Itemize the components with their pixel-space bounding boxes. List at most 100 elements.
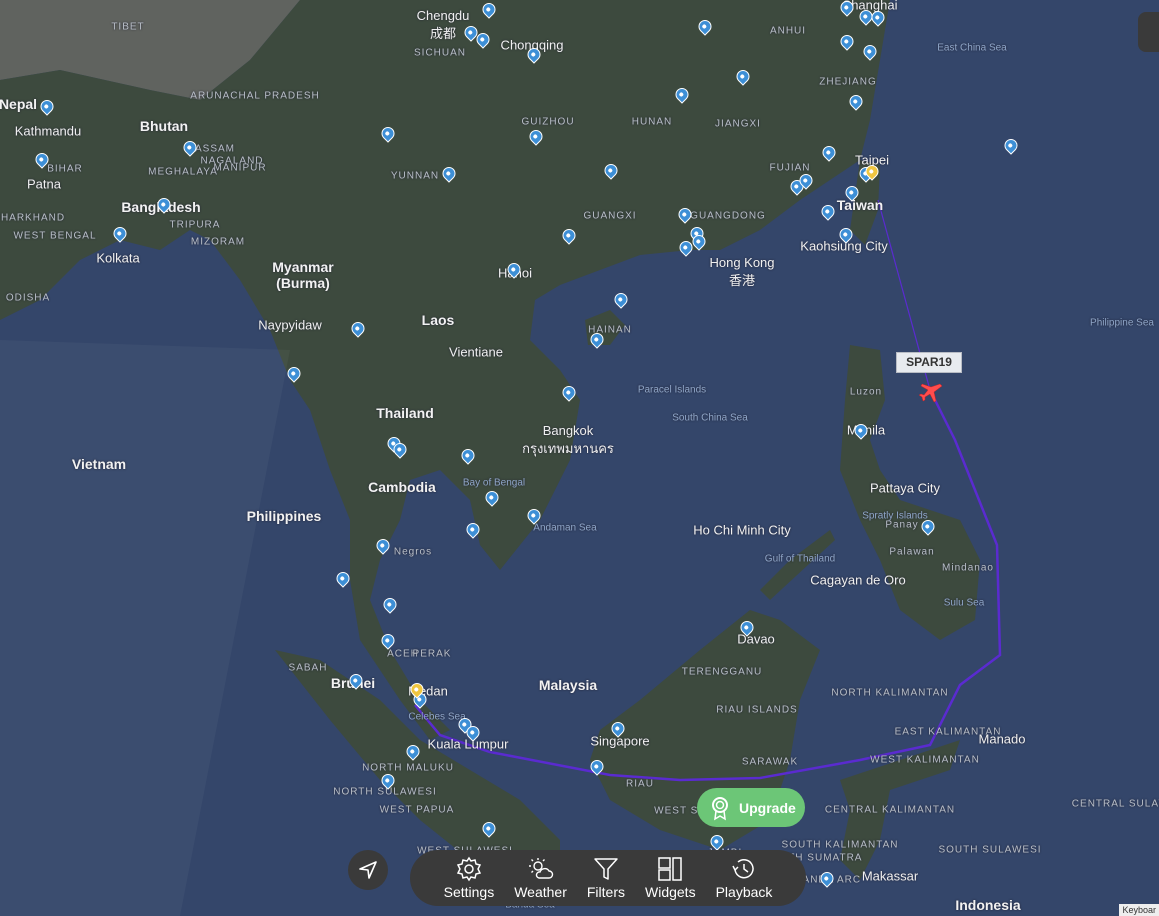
- map-label: BIHAR: [47, 163, 83, 175]
- map-label: TRIPURA: [169, 219, 221, 231]
- map-label: Mindanao: [942, 562, 994, 574]
- map-label: Chengdu 成都: [416, 8, 470, 41]
- playback-button[interactable]: Playback: [714, 856, 775, 900]
- map-label: GUANGDONG: [690, 210, 766, 222]
- settings-button[interactable]: Settings: [442, 856, 497, 900]
- map-label: Palawan: [889, 546, 935, 558]
- map-label: YUNNAN: [390, 170, 440, 182]
- map-label: Philippine Sea: [1090, 317, 1154, 329]
- map-label: Philippines: [246, 508, 322, 524]
- map-label: Gulf of Thailand: [764, 553, 836, 565]
- map-label: RIAU: [626, 778, 654, 790]
- weather-label: Weather: [514, 884, 567, 900]
- gear-icon: [456, 856, 481, 882]
- map-label: WEST KALIMANTAN: [870, 754, 980, 766]
- map-label: ZHEJIANG: [819, 76, 877, 88]
- map-label: Ho Chi Minh City: [693, 522, 791, 538]
- map-label: Paracel Islands: [637, 384, 707, 396]
- widgets-button[interactable]: Widgets: [643, 856, 698, 900]
- award-icon: [712, 796, 728, 820]
- history-icon: [732, 858, 754, 879]
- map-label: Manado: [978, 731, 1026, 747]
- map-label: SOUTH KALIMANTAN: [781, 839, 899, 851]
- map-label: SABAH: [288, 662, 328, 674]
- settings-label: Settings: [443, 884, 495, 900]
- bottom-toolbar: Settings Weather Filters Widgets Playbac…: [410, 850, 806, 906]
- map-label: GUANGXI: [583, 210, 637, 222]
- map-label: East China Sea: [937, 42, 1007, 54]
- aircraft-icon[interactable]: [919, 380, 943, 404]
- map-label: Bangkok กรุงเทพมหานคร: [522, 423, 614, 456]
- map-label: NORTH KALIMANTAN: [831, 687, 949, 699]
- attribution: Keyboar: [1119, 904, 1159, 916]
- flight-callsign-label[interactable]: SPAR19: [896, 352, 962, 373]
- map-label: TIBET: [111, 21, 145, 33]
- filters-label: Filters: [586, 884, 625, 900]
- map-label: JIANGXI: [715, 118, 761, 130]
- map-label: Pattaya City: [869, 480, 941, 496]
- map-label: Laos: [421, 312, 455, 328]
- map-label: Luzon: [849, 386, 883, 398]
- map-label: Myanmar (Burma): [272, 259, 334, 291]
- filters-button[interactable]: Filters: [585, 856, 627, 900]
- map-label: Cagayan de Oro: [810, 572, 906, 588]
- upgrade-label: Upgrade: [739, 799, 796, 816]
- map-label: SICHUAN: [413, 47, 467, 59]
- map-label: MEGHALAYA: [148, 166, 218, 178]
- map-label: Negros: [393, 546, 433, 558]
- map-label: Taiwan: [836, 197, 884, 213]
- map-label: Sulu Sea: [943, 597, 985, 609]
- map-label: GUIZHOU: [521, 116, 575, 128]
- map-label: Kuala Lumpur: [427, 736, 509, 752]
- map-label: Thailand: [376, 405, 434, 421]
- map-label: Makassar: [861, 868, 919, 884]
- widgets-icon: [658, 857, 683, 881]
- map-label: CENTRAL SULAWESI: [1071, 798, 1159, 810]
- map-label: Malaysia: [538, 677, 598, 693]
- navigation-arrow-icon: [359, 861, 377, 879]
- map-label: ANHUI: [769, 25, 807, 37]
- upgrade-button[interactable]: Upgrade: [697, 788, 805, 827]
- map-label: MIZORAM: [190, 236, 246, 248]
- map-label: JHARKHAND: [0, 212, 66, 224]
- weather-icon: [528, 858, 553, 879]
- map-label: CENTRAL KALIMANTAN: [824, 804, 956, 816]
- map-label: MANIPUR: [213, 162, 267, 174]
- map-label: WEST PAPUA: [379, 804, 455, 816]
- map-label: Hong Kong 香港: [709, 255, 775, 288]
- map-label: NORTH MALUKU: [362, 762, 454, 774]
- map-label: Kathmandu: [14, 123, 82, 139]
- search-button[interactable]: [1138, 12, 1159, 52]
- map-label: Panay: [885, 519, 919, 531]
- map-label: Bhutan: [139, 118, 189, 134]
- map-label: Vietnam: [71, 456, 127, 472]
- map-label: Patna: [27, 176, 61, 192]
- filter-icon: [594, 858, 618, 880]
- map-label: ODISHA: [5, 292, 51, 304]
- map-label: Andaman Sea: [533, 522, 597, 534]
- map-label: South China Sea: [672, 412, 748, 424]
- map-label: NORTH SULAWESI: [333, 786, 437, 798]
- map-label: Bay of Bengal: [462, 477, 526, 489]
- weather-button[interactable]: Weather: [512, 856, 569, 900]
- map-label: Indonesia: [955, 897, 1021, 913]
- map-label: SARAWAK: [741, 756, 799, 768]
- playback-label: Playback: [715, 884, 773, 900]
- map-label: Davao: [737, 631, 775, 647]
- map-label: Singapore: [590, 733, 650, 749]
- map-label: Celebes Sea: [408, 711, 466, 723]
- map-label: RIAU ISLANDS: [716, 704, 798, 716]
- map-label: Nepal: [0, 96, 38, 112]
- map-label: TERENGGANU: [681, 666, 763, 678]
- map-label: FUJIAN: [769, 162, 811, 174]
- map-label: SOUTH SULAWESI: [938, 844, 1042, 856]
- widgets-label: Widgets: [645, 884, 696, 900]
- map-label: Naypyidaw: [258, 317, 322, 333]
- map-label: Cambodia: [368, 479, 436, 495]
- map-label: Vientiane: [449, 344, 503, 360]
- map-label: Kolkata: [96, 250, 140, 266]
- map-label: WEST BENGAL: [13, 230, 97, 242]
- map-label: PERAK: [412, 648, 452, 660]
- map-label: ASSAM: [194, 143, 236, 155]
- locate-me-button[interactable]: [348, 850, 388, 890]
